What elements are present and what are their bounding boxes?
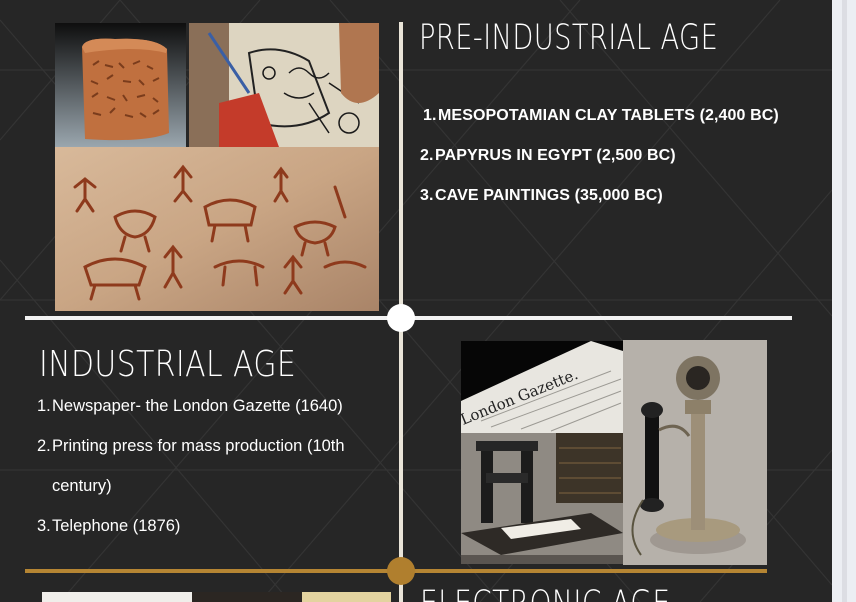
list-item: 2.PAPYRUS IN EGYPT (2,500 BC) <box>420 147 676 164</box>
list-item: 3.CAVE PAINTINGS (35,000 BC) <box>420 187 663 204</box>
printing-press-image <box>461 433 623 564</box>
electronic-age-image <box>42 592 391 602</box>
cave-painting-image <box>55 147 379 311</box>
timeline-node-gold <box>387 557 415 585</box>
pre-industrial-list: 1.MESOPOTAMIAN CLAY TABLETS (2,400 BC) 2… <box>420 104 779 224</box>
industrial-title: INDUSTRIAL AGE <box>39 344 297 385</box>
presentation-slide: PRE-INDUSTRIAL AGE 1.MESOPOTAMIAN CLAY T… <box>0 0 832 602</box>
scrollbar-track[interactable] <box>842 0 847 602</box>
clay-tablet-image <box>55 23 186 147</box>
list-item: 1.Newspaper- the London Gazette (1640) <box>37 397 343 415</box>
papyrus-painting-image <box>189 23 379 147</box>
list-item: 1.MESOPOTAMIAN CLAY TABLETS (2,400 BC) <box>423 107 779 124</box>
timeline-node-white <box>387 304 415 332</box>
london-gazette-image: London Gazette. <box>461 341 623 433</box>
list-item: 2.Printing press for mass production (10… <box>37 437 345 495</box>
list-item: 3.Telephone (1876) <box>37 517 181 535</box>
electronic-age-title: ELECTRONIC AGE <box>420 584 670 602</box>
industrial-list: 1.Newspaper- the London Gazette (1640) 2… <box>37 386 392 546</box>
editor-scrollbar-area[interactable] <box>832 0 856 602</box>
pre-industrial-title: PRE-INDUSTRIAL AGE <box>419 18 719 58</box>
telephone-image <box>623 340 767 565</box>
